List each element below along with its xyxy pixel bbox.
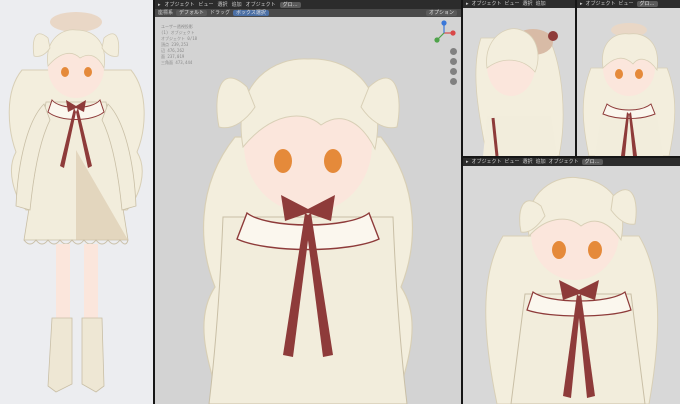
menu-view[interactable]: ビュー — [619, 1, 634, 7]
menu-view[interactable]: ビュー — [505, 1, 520, 7]
side-view-panel[interactable]: ▸ オブジェクト ビュー 選択 追加 — [463, 0, 575, 156]
panel-header: ▸ オブジェクト ビュー 選択 追加 オブジェクト グロ… — [463, 158, 680, 166]
menu-object-mode[interactable]: オブジェクト — [586, 1, 616, 7]
character-model-front-view-small — [582, 23, 676, 156]
transform-orientation[interactable]: グロ… — [279, 1, 301, 8]
character-model-front-view — [203, 58, 413, 404]
transform-orientation[interactable]: グロ… — [581, 159, 603, 165]
3d-viewport[interactable]: ▸ オブジェクト ビュー 選択 追加 オブジェクト グロ… 座標系 デフォルト … — [155, 0, 461, 404]
orientation-label: 座標系 — [158, 10, 174, 16]
orientation-select[interactable]: デフォルト — [176, 10, 208, 16]
editor-type-icon[interactable]: ▸ — [466, 159, 469, 165]
menu-select[interactable]: 選択 — [218, 2, 228, 8]
menu-object-mode[interactable]: オブジェクト — [165, 2, 195, 8]
menu-object-mode[interactable]: オブジェクト — [472, 1, 502, 7]
three-quarter-view-panel[interactable]: ▸ オブジェクト ビュー 選択 追加 オブジェクト グロ… — [463, 158, 680, 404]
menu-select[interactable]: 選択 — [523, 1, 533, 7]
drag-select[interactable]: ボックス選択 — [233, 10, 269, 16]
transform-orientation[interactable]: グロ… — [636, 1, 658, 7]
front-view-panel[interactable]: ▸ オブジェクト ビュー グロ… — [577, 0, 680, 156]
menu-select[interactable]: 選択 — [523, 159, 533, 165]
menu-object-mode[interactable]: オブジェクト — [472, 159, 502, 165]
drag-label: ドラッグ — [210, 10, 231, 16]
viewport-tool-header: 座標系 デフォルト ドラッグ ボックス選択 オプション — [155, 9, 461, 17]
menu-add[interactable]: 追加 — [536, 159, 546, 165]
area-divider[interactable] — [153, 0, 155, 404]
editor-type-icon[interactable]: ▸ — [580, 1, 583, 7]
menu-view[interactable]: ビュー — [199, 2, 214, 8]
character-full-body-illustration — [8, 12, 145, 393]
viewport-header: ▸ オブジェクト ビュー 選択 追加 オブジェクト グロ… — [155, 0, 461, 9]
menu-add[interactable]: 追加 — [536, 1, 546, 7]
menu-object[interactable]: オブジェクト — [246, 2, 276, 8]
reference-panel — [0, 0, 153, 404]
menu-object[interactable]: オブジェクト — [549, 159, 579, 165]
panel-header: ▸ オブジェクト ビュー グロ… — [577, 0, 680, 8]
options-button[interactable]: オプション — [425, 10, 457, 16]
character-model-three-quarter-view — [485, 176, 659, 404]
editor-type-icon[interactable]: ▸ — [466, 1, 469, 7]
area-divider[interactable] — [575, 0, 577, 156]
menu-view[interactable]: ビュー — [505, 159, 520, 165]
character-model-side-view — [475, 28, 564, 156]
menu-add[interactable]: 追加 — [232, 2, 242, 8]
panel-header: ▸ オブジェクト ビュー 選択 追加 — [463, 0, 575, 8]
editor-type-icon[interactable]: ▸ — [158, 2, 161, 8]
